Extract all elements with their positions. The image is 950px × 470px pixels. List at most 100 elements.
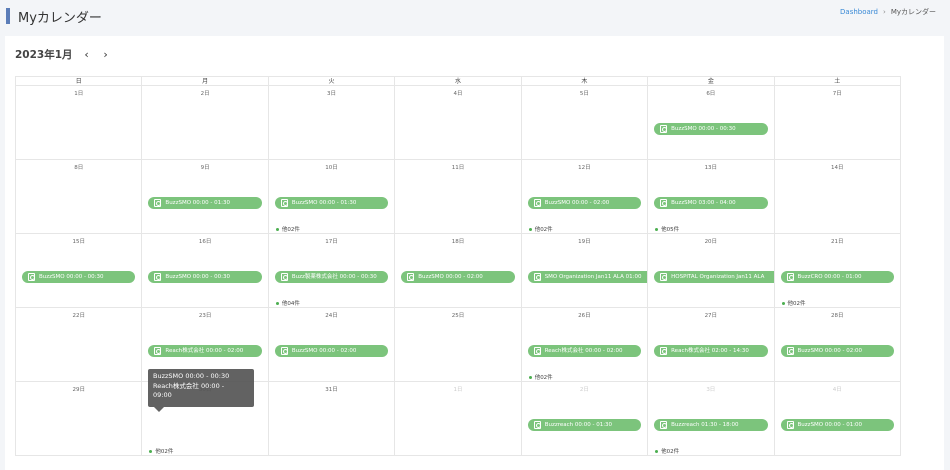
- day-number: 15日: [72, 239, 85, 245]
- calendar-event[interactable]: BuzzSMO 00:00 - 00:30: [654, 123, 768, 135]
- day-cell[interactable]: 3日 Buzzreach 01:30 - 18:00 他02件: [648, 382, 775, 455]
- building-icon: [280, 273, 288, 281]
- more-events-link[interactable]: 他02件: [528, 373, 553, 381]
- calendar-event[interactable]: HOSPITAL Organization Jan11 ALA: [654, 271, 774, 283]
- next-month-button[interactable]: ›: [101, 48, 111, 61]
- calendar-event[interactable]: BuzzSMO 03:00 - 04:00: [654, 197, 768, 209]
- day-cell[interactable]: 26日 Reach株式会社 00:00 - 02:00 他02件: [522, 308, 649, 381]
- event-label: Buzzreach 01:30 - 18:00: [671, 422, 739, 428]
- building-icon: [154, 199, 162, 207]
- tooltip-line: 09:00: [153, 391, 172, 399]
- day-cell[interactable]: 9日 BuzzSMO 00:00 - 01:30: [142, 160, 269, 233]
- day-cell[interactable]: 5日: [522, 86, 649, 159]
- calendar-event[interactable]: BuzzSMO 00:00 - 02:00: [780, 345, 894, 357]
- day-cell[interactable]: 6日 BuzzSMO 00:00 - 00:30: [648, 86, 775, 159]
- calendar-event[interactable]: BuzzSMO 00:00 - 01:30: [274, 197, 389, 209]
- weekday-header: 水: [395, 77, 522, 86]
- calendar-event[interactable]: Reach株式会社 00:00 - 02:00: [527, 345, 642, 357]
- day-cell[interactable]: 15日 BuzzSMO 00:00 - 00:30: [16, 234, 143, 307]
- day-cell[interactable]: 21日 BuzzCRO 00:00 - 01:00 他02件: [775, 234, 901, 307]
- more-events-link[interactable]: 他02件: [655, 447, 679, 455]
- day-cell[interactable]: 14日: [775, 160, 901, 233]
- calendar-event[interactable]: Reach株式会社 02:00 - 14:30: [654, 345, 768, 357]
- day-cell[interactable]: 1日: [395, 382, 522, 455]
- day-cell[interactable]: 22日: [16, 308, 143, 381]
- day-number: 25日: [451, 313, 465, 319]
- day-number: 1日: [74, 91, 84, 97]
- more-events-link[interactable]: 他02件: [781, 299, 806, 307]
- calendar-event[interactable]: BuzzSMO 00:00 - 01:30: [148, 197, 262, 209]
- breadcrumb-separator: ›: [883, 8, 886, 16]
- event-label: BuzzCRO 00:00 - 01:00: [797, 274, 862, 280]
- calendar-event[interactable]: Buzzreach 01:30 - 18:00: [654, 419, 768, 431]
- dot-icon: [275, 228, 279, 231]
- building-icon: [660, 347, 668, 355]
- day-cell[interactable]: 1日: [16, 86, 143, 159]
- weekday-header: 金: [648, 77, 775, 86]
- event-label: Reach株式会社 00:00 - 02:00: [165, 348, 244, 354]
- calendar-event[interactable]: BuzzSMO 00:00 - 00:30: [148, 271, 262, 283]
- day-number: 2日: [579, 387, 589, 393]
- calendar-event[interactable]: BuzzSMO 00:00 - 00:30: [22, 271, 136, 283]
- day-cell[interactable]: 27日 Reach株式会社 02:00 - 14:30: [648, 308, 775, 381]
- day-cell[interactable]: 10日 BuzzSMO 00:00 - 01:30 他02件: [269, 160, 396, 233]
- building-icon: [660, 421, 668, 429]
- day-cell[interactable]: 18日 BuzzSMO 00:00 - 02:00: [395, 234, 522, 307]
- calendar-event[interactable]: BuzzSMO 00:00 - 01:00: [780, 419, 894, 431]
- day-cell[interactable]: 4日 BuzzSMO 00:00 - 01:00: [775, 382, 901, 455]
- week-row: 8日 9日 BuzzSMO 00:00 - 01:30 10日 BuzzSMO 00:0…: [16, 160, 901, 234]
- calendar-event[interactable]: Buzz製薬株式会社 00:00 - 00:30: [274, 271, 389, 283]
- more-events-label: 他02件: [155, 449, 174, 455]
- day-number: 10日: [325, 165, 338, 171]
- building-icon: [407, 273, 415, 281]
- day-number: 19日: [578, 239, 591, 245]
- calendar-event[interactable]: BuzzSMO 00:00 - 02:00: [274, 345, 389, 357]
- day-cell[interactable]: 3日: [269, 86, 396, 159]
- day-number: 24日: [325, 313, 338, 319]
- calendar-event[interactable]: BuzzSMO 00:00 - 02:00: [527, 197, 642, 209]
- day-cell[interactable]: 12日 BuzzSMO 00:00 - 02:00 他02件: [522, 160, 649, 233]
- day-cell[interactable]: 28日 BuzzSMO 00:00 - 02:00: [775, 308, 901, 381]
- day-cell[interactable]: 20日 HOSPITAL Organization Jan11 ALA: [648, 234, 775, 307]
- weekday-header: 木: [521, 77, 649, 86]
- day-cell[interactable]: 4日: [395, 86, 522, 159]
- day-number: 6日: [706, 91, 716, 97]
- more-events-link[interactable]: 他05件: [655, 225, 679, 233]
- more-events-link[interactable]: 他04件: [275, 299, 300, 307]
- day-cell[interactable]: 24日 BuzzSMO 00:00 - 02:00: [269, 308, 396, 381]
- more-events-link[interactable]: 他02件: [528, 225, 553, 233]
- day-cell[interactable]: 11日: [395, 160, 522, 233]
- day-number: 28日: [830, 313, 844, 319]
- day-cell[interactable]: 19日 SMO Organization Jan11 ALA 01:00: [522, 234, 649, 307]
- day-number: 20日: [704, 239, 718, 245]
- calendar-event[interactable]: BuzzSMO 00:00 - 02:00: [401, 271, 515, 283]
- calendar-event[interactable]: Reach株式会社 00:00 - 02:00: [148, 345, 262, 357]
- day-cell[interactable]: 13日 BuzzSMO 03:00 - 04:00 他05件: [648, 160, 775, 233]
- event-label: BuzzSMO 00:00 - 02:00: [291, 348, 357, 354]
- event-label: BuzzSMO 00:00 - 01:30: [165, 200, 230, 206]
- calendar-event[interactable]: SMO Organization Jan11 ALA 01:00: [527, 271, 648, 283]
- day-cell[interactable]: 7日: [775, 86, 901, 159]
- more-events-label: 他02件: [661, 449, 680, 455]
- building-icon: [786, 421, 794, 429]
- day-number: 26日: [578, 313, 591, 319]
- breadcrumb-current: Myカレンダー: [890, 8, 936, 16]
- day-number: 14日: [830, 165, 844, 171]
- day-cell[interactable]: 29日: [16, 382, 143, 455]
- more-events-link[interactable]: 他02件: [149, 447, 173, 455]
- day-cell[interactable]: 17日 Buzz製薬株式会社 00:00 - 00:30 他04件: [269, 234, 396, 307]
- more-events-link[interactable]: 他02件: [275, 225, 300, 233]
- prev-month-button[interactable]: ‹: [82, 48, 92, 61]
- day-cell[interactable]: 2日 Buzzreach 00:00 - 01:30: [522, 382, 649, 455]
- breadcrumb: Dashboard › Myカレンダー: [840, 7, 936, 17]
- day-cell[interactable]: 31日: [269, 382, 396, 455]
- event-label: BuzzSMO 00:00 - 02:00: [797, 348, 863, 354]
- day-cell[interactable]: 8日: [16, 160, 143, 233]
- day-cell[interactable]: 16日 BuzzSMO 00:00 - 00:30: [142, 234, 269, 307]
- breadcrumb-dashboard-link[interactable]: Dashboard: [840, 8, 878, 16]
- calendar-event[interactable]: BuzzCRO 00:00 - 01:00: [780, 271, 894, 283]
- day-cell[interactable]: 25日: [395, 308, 522, 381]
- day-cell[interactable]: 2日: [142, 86, 269, 159]
- calendar-event[interactable]: Buzzreach 00:00 - 01:30: [527, 419, 642, 431]
- building-icon: [786, 347, 794, 355]
